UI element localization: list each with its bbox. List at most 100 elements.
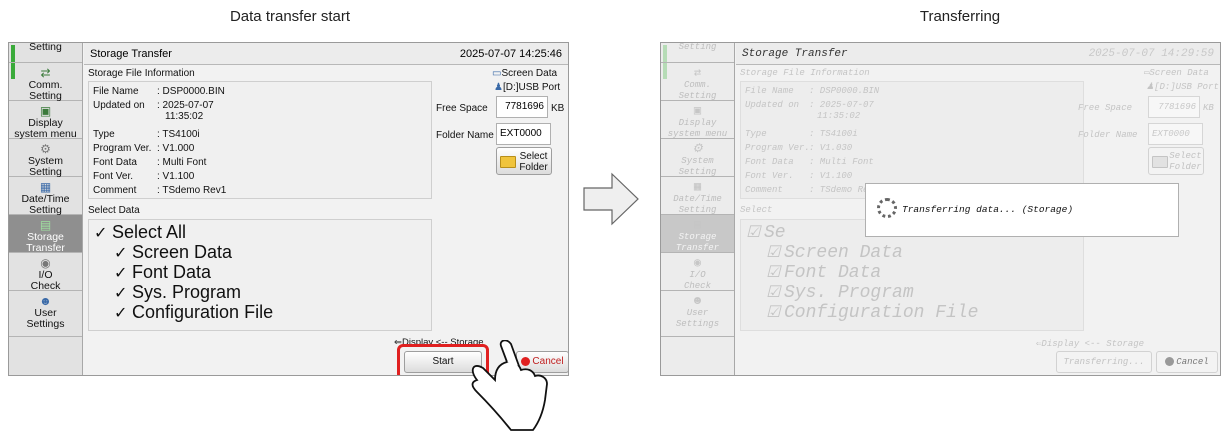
sidebar-item-label: System Setting xyxy=(678,156,717,177)
folder-name-field[interactable]: EXT0000 xyxy=(496,123,551,145)
select-data-header: Select xyxy=(740,205,773,215)
transferring-dialog: Transferring data... (Storage) xyxy=(865,183,1179,237)
select-data-header: Select Data xyxy=(88,205,140,216)
sidebar-item-system-setting: ⚙ System Setting xyxy=(661,139,734,177)
comm-icon: ⇄ xyxy=(693,66,702,80)
sidebar-item-io-check: ◉ I/O Check xyxy=(661,253,734,291)
screen-data-indicator: ▭Screen Data xyxy=(492,68,558,79)
select-folder-button[interactable]: Select Folder xyxy=(496,147,552,175)
free-space-label: Free Space xyxy=(436,103,488,114)
info-row: Font Data: Multi Font xyxy=(745,157,874,167)
select-folder-button: Select Folder xyxy=(1148,147,1204,175)
checkbox-sys-program[interactable]: ✓ Sys. Program xyxy=(114,282,241,303)
sidebar-item-system-setting[interactable]: ⚙ System Setting xyxy=(9,139,82,178)
main-content: Storage Transfer 2025-07-07 14:25:46 Sto… xyxy=(84,43,568,375)
free-space-unit: KB xyxy=(551,103,565,114)
info-row: Program Ver.: V1.000 xyxy=(93,143,195,154)
title-bar: Storage Transfer 2025-07-07 14:25:46 xyxy=(84,43,568,65)
sidebar-item-label: Comm. Setting xyxy=(678,80,717,101)
sidebar-item-comm-setting: ⇄ Comm. Setting xyxy=(661,63,734,101)
page-title: Storage Transfer xyxy=(90,48,172,60)
transition-arrow-icon xyxy=(583,172,639,226)
sidebar-item-label: I/O Check xyxy=(30,269,61,292)
calendar-icon: ▦ xyxy=(693,180,702,194)
user-icon: ☻ xyxy=(39,294,52,308)
sidebar-item-user-settings: ☻ User Settings xyxy=(661,291,734,337)
storage-file-info-box: File Name: DSP0000.BIN Updated on: 2025-… xyxy=(740,81,1084,199)
free-space-value: 7781696 xyxy=(496,96,548,118)
checkbox-configuration-file[interactable]: ✓ Configuration File xyxy=(114,302,273,323)
sidebar-item-label: User Settings xyxy=(26,307,65,330)
transferring-message: Transferring data... (Storage) xyxy=(902,204,1074,215)
checkbox-font-data[interactable]: ✓ Font Data xyxy=(114,262,211,283)
io-icon: ◉ xyxy=(693,256,702,270)
sidebar-item-setting: Setting xyxy=(661,42,734,63)
info-header: Storage File Information xyxy=(740,68,870,78)
checkbox-configuration-file: ☑ Configuration File xyxy=(766,303,979,323)
transferring-button: Transferring... xyxy=(1056,351,1152,373)
sidebar-item-storage-transfer[interactable]: ▤ Storage Transfer xyxy=(9,215,82,254)
info-row: 11:35:02 xyxy=(165,111,204,122)
usb-icon: ♟ xyxy=(494,82,503,93)
system-icon: ⚙ xyxy=(692,142,703,156)
sidebar-item-setting[interactable]: Setting xyxy=(9,42,82,63)
info-row: Font Data: Multi Font xyxy=(93,157,207,168)
sidebar-item-user-settings[interactable]: ☻ User Settings xyxy=(9,291,82,337)
screen-transferring: Setting ⇄ Comm. Setting ▣ Display system… xyxy=(660,42,1221,376)
sidebar-item-label: Display system menu xyxy=(667,118,728,139)
display-icon: ▣ xyxy=(693,104,702,118)
screen-data-indicator: ▭Screen Data xyxy=(1144,68,1209,78)
sidebar-item-date-time-setting[interactable]: ▦ Date/Time Setting xyxy=(9,177,82,216)
info-row: File Name: DSP0000.BIN xyxy=(745,86,880,96)
sidebar-item-io-check[interactable]: ◉ I/O Check xyxy=(9,253,82,292)
folder-icon xyxy=(1152,156,1168,168)
io-icon: ◉ xyxy=(40,256,51,270)
clock: 2025-07-07 14:25:46 xyxy=(459,48,562,60)
info-row: Comment: TSdemo Rev1 xyxy=(93,185,227,196)
sidebar-item-storage-transfer: ▤ Storage Transfer xyxy=(661,215,734,253)
storage-icon: ▤ xyxy=(39,218,52,232)
info-row: Program Ver.: V1.030 xyxy=(745,143,853,153)
system-icon: ⚙ xyxy=(40,142,51,156)
sidebar-item-date-time-setting: ▦ Date/Time Setting xyxy=(661,177,734,215)
checkbox-screen-data: ☑ Screen Data xyxy=(766,243,903,263)
transfer-direction: ⇐Display <-- Storage xyxy=(1036,339,1145,349)
cancel-button[interactable]: Cancel xyxy=(1156,351,1218,373)
screen-data-transfer-start: Setting ⇄ Comm. Setting ▣ Display system… xyxy=(8,42,569,376)
sidebar-item-comm-setting[interactable]: ⇄ Comm. Setting xyxy=(9,63,82,102)
info-row: File Name: DSP0000.BIN xyxy=(93,86,225,97)
sidebar-item-label: Comm. Setting xyxy=(28,79,63,102)
usb-port-indicator: ♟[D:]USB Port xyxy=(1146,82,1219,92)
usb-port-indicator: ♟[D:]USB Port xyxy=(494,82,561,93)
checkbox-select-all[interactable]: ✓ Select All xyxy=(94,222,186,243)
info-row: Updated on: 2025-07-07 xyxy=(93,100,214,111)
sidebar-item-label: System Setting xyxy=(27,155,63,178)
display-icon: ▣ xyxy=(39,104,52,118)
usb-icon: ♟ xyxy=(1146,82,1155,92)
info-row: Type: TS4100i xyxy=(745,129,858,139)
caption-data-transfer-start: Data transfer start xyxy=(229,8,351,25)
checkbox-screen-data[interactable]: ✓ Screen Data xyxy=(114,242,232,263)
folder-icon xyxy=(500,156,516,168)
sidebar-item-label: Setting xyxy=(678,42,717,52)
spinner-icon xyxy=(877,198,897,218)
free-space-unit: KB xyxy=(1203,103,1214,113)
title-bar: Storage Transfer 2025-07-07 14:29:59 xyxy=(736,43,1220,65)
info-row: 11:35:02 xyxy=(817,111,861,121)
sidebar-item-label: Date/Time Setting xyxy=(673,194,722,215)
sidebar-item-display-system-menu[interactable]: ▣ Display system menu xyxy=(9,101,82,140)
user-icon: ☻ xyxy=(693,294,702,308)
info-row: Updated on: 2025-07-07 xyxy=(745,100,874,110)
info-row: Font Ver.: V1.100 xyxy=(745,171,853,181)
checkbox-font-data: ☑ Font Data xyxy=(766,263,882,283)
checkbox-select-all: ☑ Se xyxy=(746,223,786,243)
free-space-value: 7781696 xyxy=(1148,96,1200,118)
storage-file-info-box: File Name: DSP0000.BIN Updated on: 2025-… xyxy=(88,81,432,199)
sidebar-item-label: Setting xyxy=(29,42,62,53)
cancel-icon xyxy=(1165,357,1175,367)
folder-name-label: Folder Name xyxy=(436,130,494,141)
folder-name-field: EXT0000 xyxy=(1148,123,1203,145)
hand-pointer-icon xyxy=(471,340,548,431)
page-title: Storage Transfer xyxy=(742,48,848,60)
sidebar-item-label: Date/Time Setting xyxy=(21,193,70,216)
